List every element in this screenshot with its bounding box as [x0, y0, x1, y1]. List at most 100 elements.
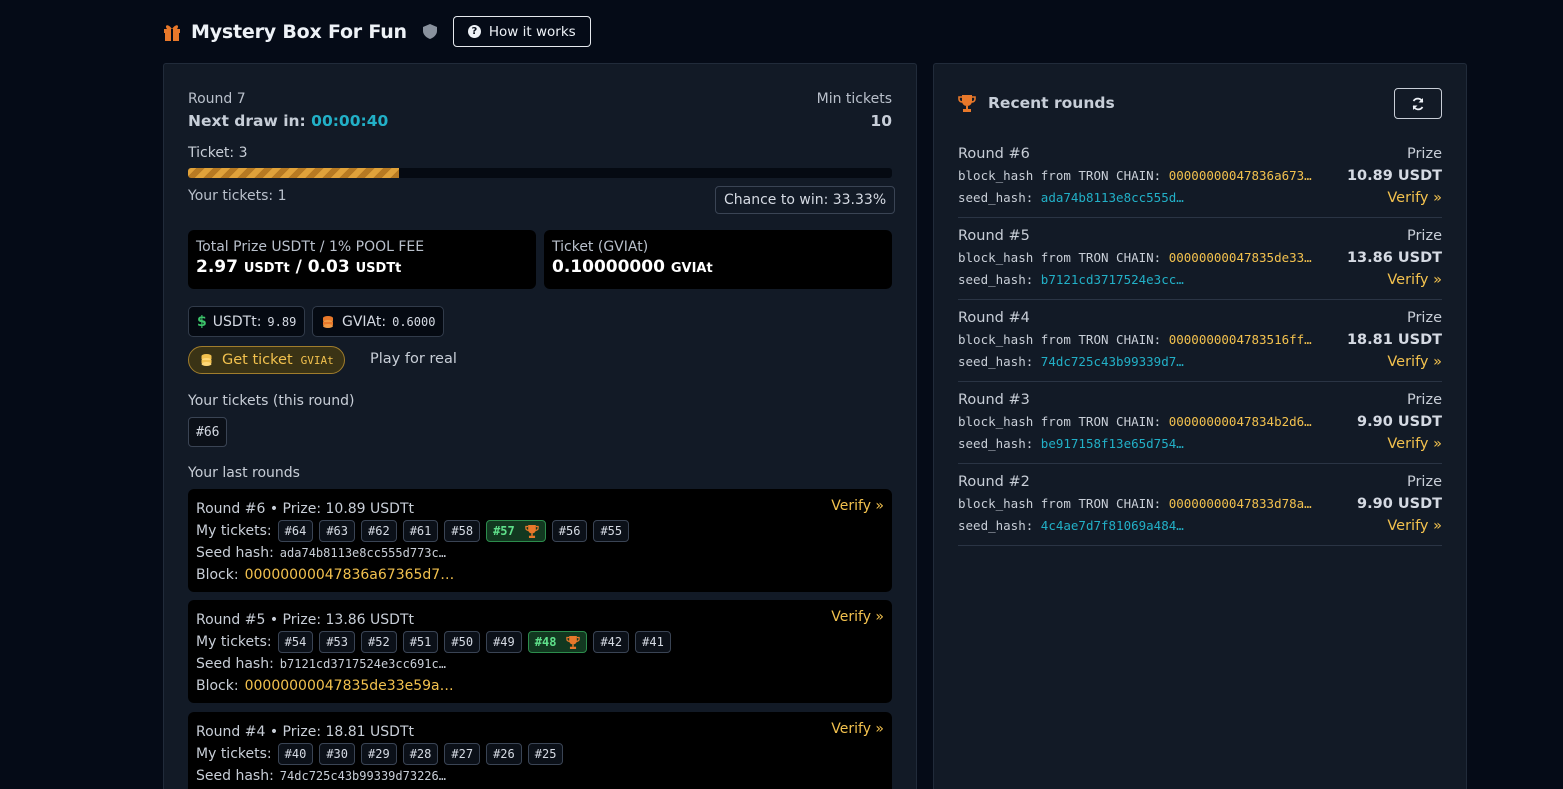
prize-label: Prize [1406, 474, 1442, 490]
seed-hash-row: seed_hash: ada74b8113e8cc555d… [958, 190, 1184, 205]
seed-hash-label: seed_hash: [958, 436, 1041, 451]
seed-hash-row: seed_hash: b7121cd3717524e3cc… [958, 272, 1184, 287]
round-label: Round 7 [188, 91, 246, 107]
ticket-tag: #40 [277, 743, 314, 765]
ticket-price-amount: 0.10000000 [552, 257, 665, 277]
total-prize-card: Total Prize USDTt / 1% POOL FEE 2.97 USD… [188, 230, 536, 289]
last-rounds-heading: Your last rounds [188, 465, 300, 481]
ticket-number: #50 [451, 635, 474, 649]
verify-link[interactable]: Verify » [831, 498, 884, 514]
ticket-number: #53 [326, 635, 348, 649]
prize-label: Prize [1406, 228, 1442, 244]
gift-icon [164, 24, 180, 41]
last-round-tickets: My tickets: #40 #30 #29 #28 #27 #26 #25 [196, 743, 884, 765]
ticket-tag: #42 [593, 631, 630, 653]
verify-link[interactable]: Verify » [1387, 354, 1442, 370]
block-hash-label: block_hash from TRON CHAIN: [958, 332, 1169, 347]
block-hash-label: block_hash from TRON CHAIN: [958, 168, 1169, 183]
last-round-block: Block: 00000000047836a67365d7… [196, 564, 884, 586]
ticket-tag: #66 [188, 417, 228, 447]
verify-link[interactable]: Verify » [1387, 518, 1442, 534]
ticket-progress-fill [188, 168, 400, 178]
min-tickets-value: 10 [870, 112, 892, 130]
seed-hash-label: seed_hash: [958, 190, 1041, 205]
block-hash-row: block_hash from TRON CHAIN: 000000000478… [958, 496, 1312, 511]
last-round-block: Block: 00000000047835de33e59a… [196, 675, 884, 697]
ticket-number: #25 [534, 747, 557, 761]
total-prize-value: 2.97 USDTt / 0.03 USDTt [196, 257, 528, 277]
ticket-number: #49 [493, 635, 515, 649]
my-tickets-label: My tickets: [196, 634, 272, 650]
prize-value: 9.90 USDT [1357, 414, 1442, 430]
usdt-label: USDTt: [212, 313, 262, 330]
seed-hash-value: ada74b8113e8cc555d773c… [279, 546, 446, 560]
last-round-card: Round #6 • Prize: 10.89 USDTt Verify » My … [188, 489, 892, 592]
ticket-tag: #62 [361, 520, 397, 542]
ticket-price-unit: GVIAt [670, 261, 713, 276]
get-ticket-token: GVIAt [300, 353, 334, 367]
my-tickets-label: My tickets: [196, 523, 272, 539]
winning-ticket-tag: #48 [527, 631, 588, 653]
page-title: Mystery Box For Fun [191, 20, 407, 43]
recent-round-title: Round #6 [958, 146, 1030, 162]
block-hash-label: block_hash from TRON CHAIN: [958, 496, 1169, 511]
ticket-tag: #63 [319, 520, 355, 542]
ticket-number: #62 [368, 524, 390, 538]
get-ticket-label: Get ticket [222, 352, 293, 368]
refresh-button[interactable] [1394, 88, 1442, 119]
block-hash-value: 00000000047833d78a… [1168, 496, 1312, 511]
recent-round-item: Round #3 Prize block_hash from TRON CHAIN:… [958, 382, 1442, 464]
verify-link[interactable]: Verify » [1387, 272, 1442, 288]
ticket-number: #54 [284, 635, 307, 649]
ticket-tag: #64 [277, 520, 314, 542]
ticket-tag: #52 [361, 631, 397, 653]
ticket-tag: #61 [402, 520, 439, 542]
seed-hash-row: seed_hash: be917158f13e65d754… [958, 436, 1184, 451]
seed-hash-label: Seed hash: [196, 545, 274, 561]
usdt-value: 9.89 [267, 314, 297, 329]
last-round-card: Round #5 • Prize: 13.86 USDTt Verify » My … [188, 600, 892, 703]
ticket-tag: #56 [551, 520, 588, 542]
my-tickets-label: My tickets: [196, 746, 272, 762]
recent-round-title: Round #5 [958, 228, 1030, 244]
last-round-title: Round #4 • Prize: 18.81 USDTt [196, 724, 414, 740]
prize-unit: USDTt [243, 261, 290, 276]
verify-link[interactable]: Verify » [1387, 190, 1442, 206]
get-ticket-button[interactable]: Get ticket GVIAt [188, 346, 345, 374]
seed-hash-value: b7121cd3717524e3cc691c… [279, 657, 446, 671]
seed-hash-value: 74dc725c43b99339d73226… [279, 769, 446, 783]
recent-rounds-title: Recent rounds [988, 94, 1115, 112]
play-for-real-link[interactable]: Play for real [370, 351, 457, 367]
ticket-number: #52 [368, 635, 390, 649]
last-round-tickets: My tickets: #64 #63 #62 #61 #58 #57 #56 #55 [196, 520, 884, 542]
verify-link[interactable]: Verify » [831, 721, 884, 737]
verify-link[interactable]: Verify » [831, 609, 884, 625]
block-hash-row: block_hash from TRON CHAIN: 000000000478… [958, 332, 1312, 347]
seed-hash-label: Seed hash: [196, 656, 274, 672]
last-round-seed: Seed hash: 74dc725c43b99339d73226… [196, 765, 884, 787]
ticket-number: #27 [451, 747, 474, 761]
ticket-tag: #26 [486, 743, 522, 765]
ticket-tag: #28 [402, 743, 439, 765]
ticket-price-value: 0.10000000 GVIAt [552, 257, 884, 277]
recent-round-title: Round #4 [958, 310, 1030, 326]
ticket-count: Ticket: 3 [188, 145, 248, 161]
chance-badge: Chance to win: 33.33% [715, 186, 896, 214]
prize-value: 13.86 USDT [1346, 250, 1442, 266]
usdt-balance: $ USDTt: 9.89 [188, 306, 306, 337]
ticket-number: #26 [493, 747, 515, 761]
next-draw: Next draw in: 00:00:40 [188, 112, 388, 130]
block-hash-value: 00000000047835de33… [1168, 250, 1312, 265]
verify-link[interactable]: Verify » [1387, 436, 1442, 452]
recent-round-item: Round #5 Prize block_hash from TRON CHAIN:… [958, 218, 1442, 300]
prize-label: Prize [1406, 310, 1442, 326]
ticket-number: #58 [451, 524, 474, 538]
block-hash-row: block_hash from TRON CHAIN: 000000000478… [958, 250, 1312, 265]
how-it-works-button[interactable]: ? How it works [452, 16, 591, 47]
how-it-works-label: How it works [488, 23, 576, 40]
min-tickets-label: Min tickets [816, 91, 892, 107]
ticket-number: #61 [409, 524, 432, 538]
gvia-balance: GVIAt: 0.6000 [312, 306, 445, 337]
prize-value: 10.89 USDT [1346, 168, 1442, 184]
ticket-tag: #51 [402, 631, 439, 653]
